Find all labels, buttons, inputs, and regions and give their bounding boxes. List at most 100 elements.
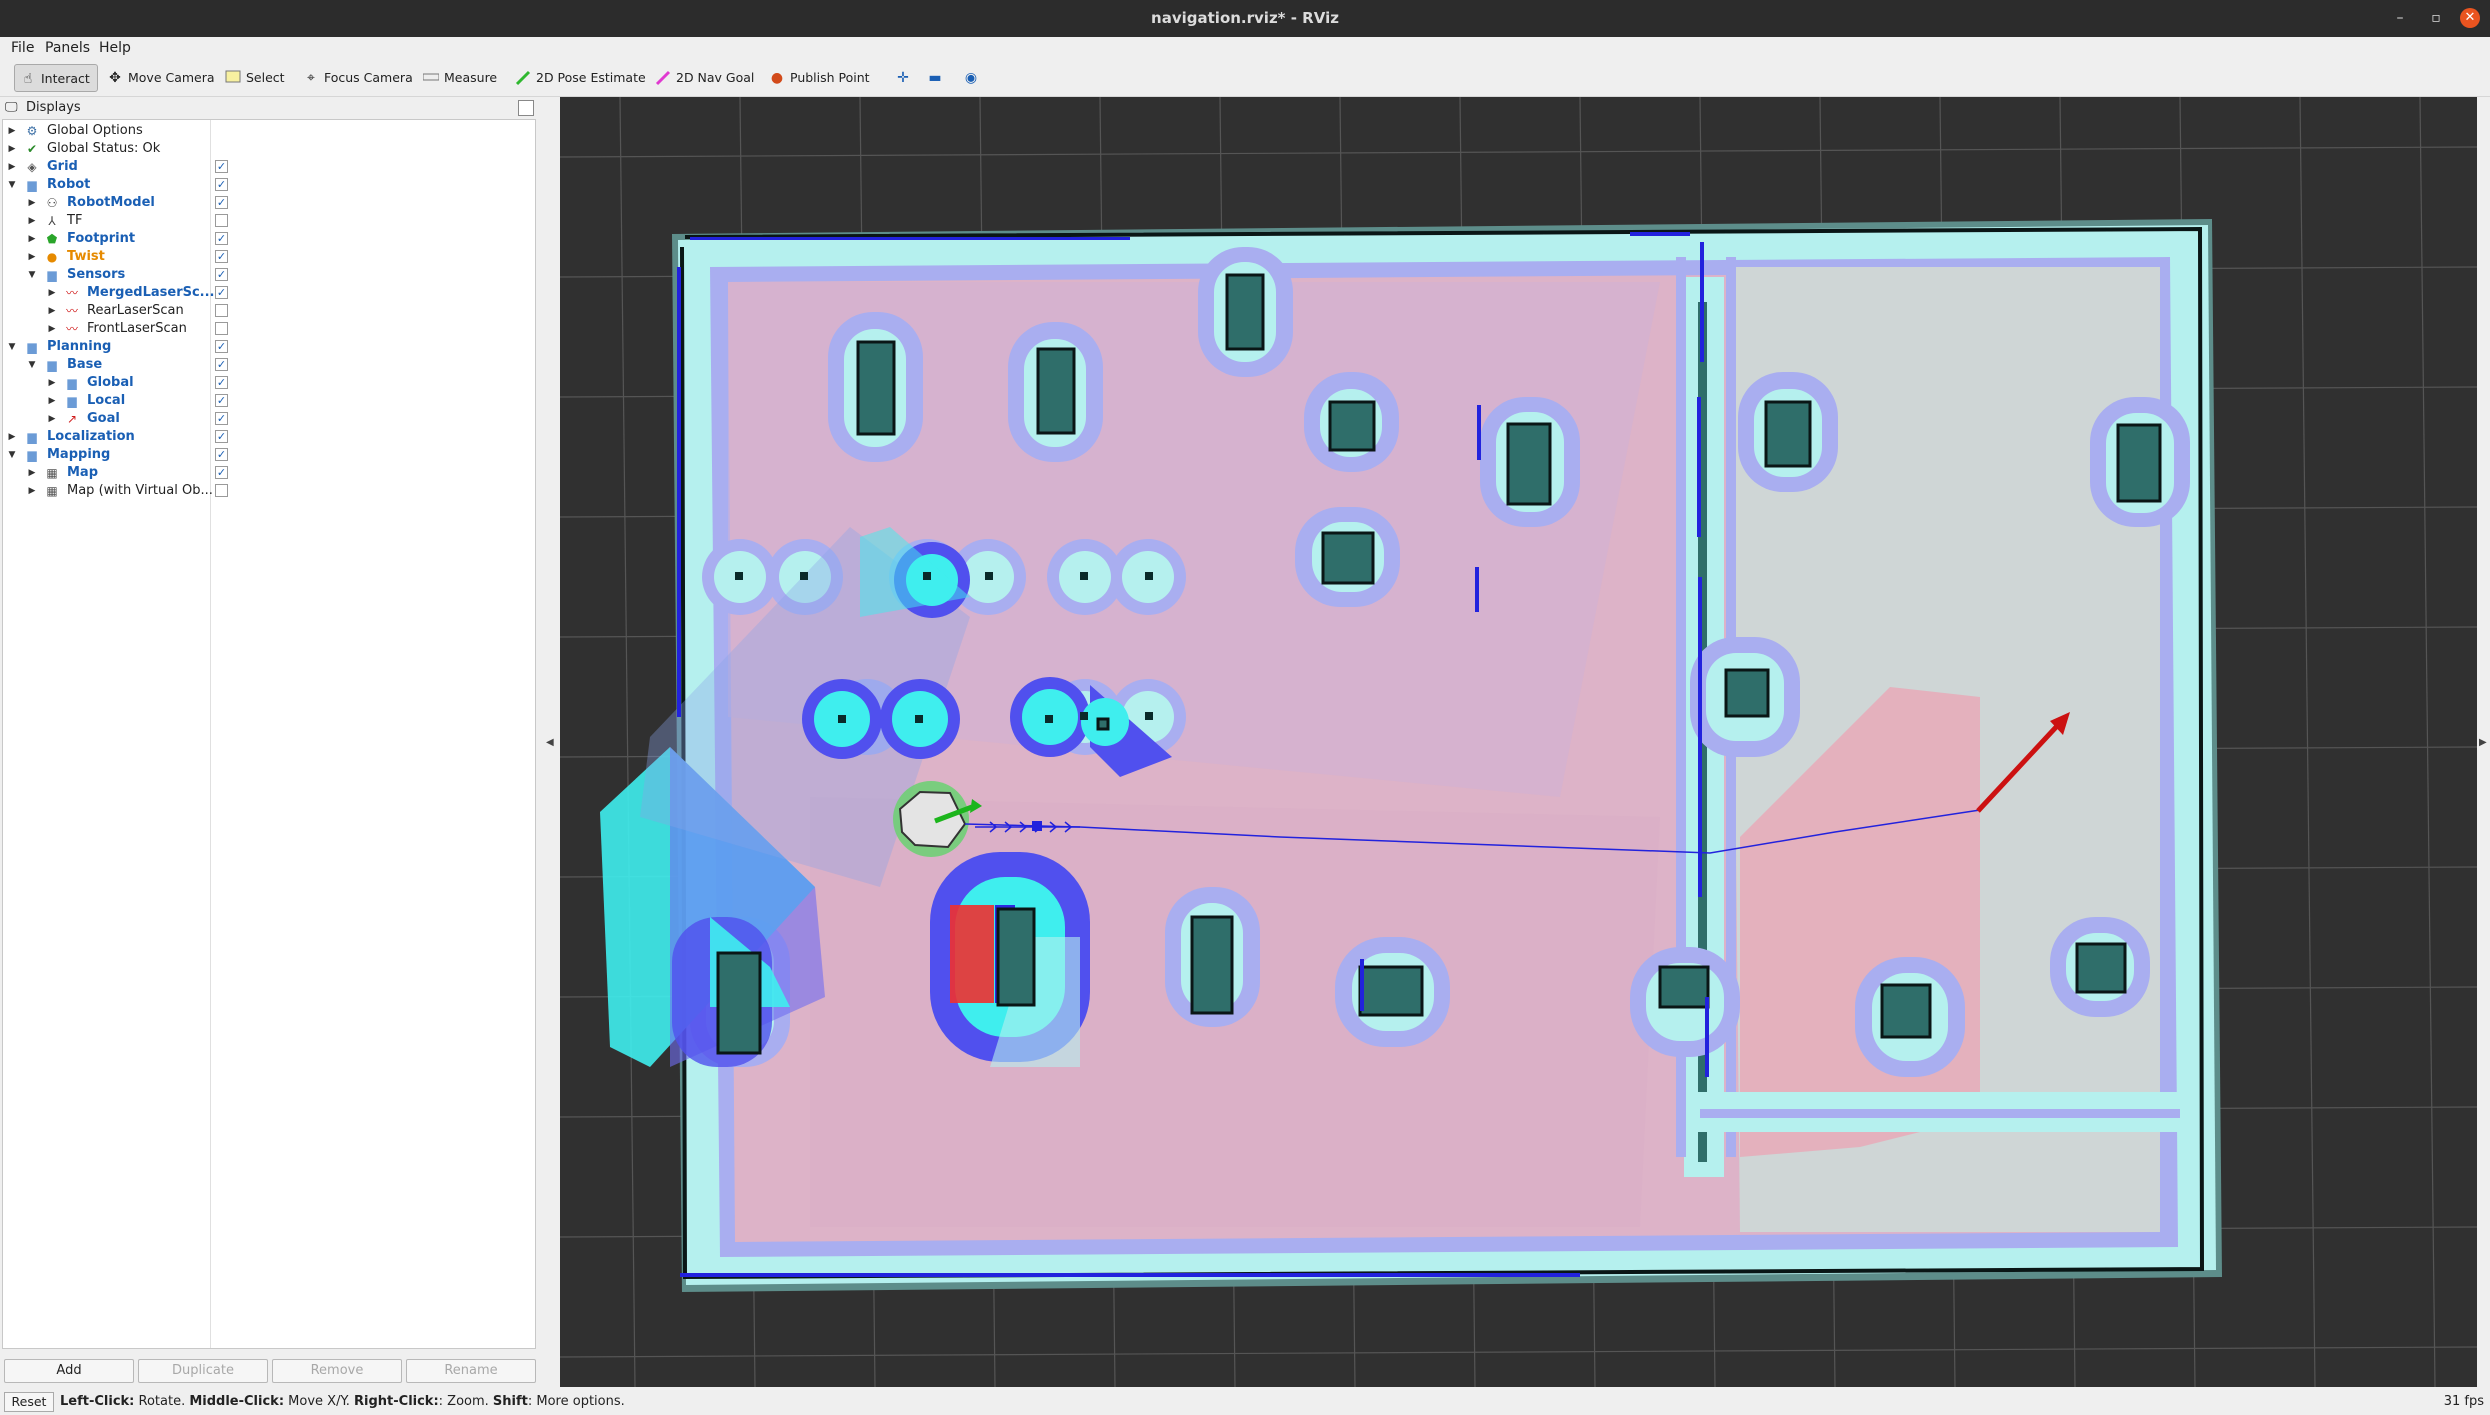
expand-arrow-icon[interactable]: ▶ bbox=[27, 194, 37, 212]
enable-checkbox[interactable]: ✓ bbox=[215, 268, 228, 281]
menu-file[interactable]: File bbox=[11, 40, 34, 56]
folder-icon: ▆ bbox=[47, 358, 57, 372]
enable-checkbox[interactable]: ✓ bbox=[215, 430, 228, 443]
expand-arrow-icon[interactable]: ▶ bbox=[47, 392, 57, 410]
move-camera-icon: ✥ bbox=[109, 70, 121, 86]
expand-arrow-icon[interactable]: ▶ bbox=[47, 320, 57, 338]
remove-tool-button[interactable]: ▬ bbox=[922, 64, 954, 92]
expand-arrow-icon[interactable]: ▶ bbox=[7, 140, 17, 158]
reset-button[interactable]: Reset bbox=[4, 1392, 54, 1412]
expand-arrow-icon[interactable]: ▶ bbox=[27, 230, 37, 248]
collapse-arrow-icon[interactable]: ▼ bbox=[27, 266, 37, 284]
expand-arrow-icon[interactable]: ▶ bbox=[27, 212, 37, 230]
enable-checkbox[interactable] bbox=[215, 322, 228, 335]
expand-arrow-icon[interactable]: ▶ bbox=[27, 464, 37, 482]
enable-checkbox[interactable] bbox=[215, 304, 228, 317]
right-panel-collapsed[interactable]: ▶ bbox=[2477, 97, 2490, 1390]
expand-arrow-icon[interactable]: ▶ bbox=[47, 410, 57, 428]
folder-icon: ▆ bbox=[27, 430, 37, 444]
view-options-button[interactable]: ◉ bbox=[958, 64, 990, 92]
expand-arrow-icon[interactable]: ▶ bbox=[7, 158, 17, 176]
tool-move-camera[interactable]: ✥ Move Camera bbox=[102, 64, 221, 92]
collapse-arrow-icon[interactable]: ▼ bbox=[7, 338, 17, 356]
display-item-localization[interactable]: ▶ ▆ Localization ✓ bbox=[3, 428, 533, 446]
map-icon: ▦ bbox=[46, 466, 58, 480]
viewport-canvas bbox=[560, 97, 2477, 1387]
enable-checkbox[interactable]: ✓ bbox=[215, 394, 228, 407]
maximize-button[interactable]: ▫ bbox=[2426, 8, 2446, 28]
expand-arrow-icon[interactable]: ▶ bbox=[47, 374, 57, 392]
tool-interact[interactable]: ☝ Interact bbox=[14, 64, 98, 92]
enable-checkbox[interactable]: ✓ bbox=[215, 286, 228, 299]
close-button[interactable]: ✕ bbox=[2460, 8, 2480, 28]
tool-publish-point[interactable]: ● Publish Point bbox=[764, 64, 876, 92]
enable-checkbox[interactable] bbox=[215, 484, 228, 497]
expand-arrow-icon[interactable]: ▶ bbox=[47, 302, 57, 320]
enable-checkbox[interactable]: ✓ bbox=[215, 376, 228, 389]
display-item-planning[interactable]: ▼ ▆ Planning ✓ bbox=[3, 338, 533, 356]
focus-camera-icon: ⌖ bbox=[307, 70, 315, 86]
tool-select-label: Select bbox=[246, 70, 285, 85]
display-item-label: Global Options bbox=[47, 123, 143, 138]
check-status-icon: ✔ bbox=[26, 142, 38, 156]
display-item-base[interactable]: ▼ ▆ Base ✓ bbox=[3, 356, 533, 374]
menu-panels[interactable]: Panels bbox=[45, 40, 90, 56]
expand-arrow-icon[interactable]: ▶ bbox=[7, 428, 17, 446]
expand-arrow-icon[interactable]: ▶ bbox=[27, 248, 37, 266]
tool-measure[interactable]: Measure bbox=[418, 64, 503, 92]
tool-2d-pose-estimate[interactable]: 2D Pose Estimate bbox=[510, 64, 652, 92]
collapse-arrow-icon[interactable]: ▼ bbox=[7, 176, 17, 194]
render-viewport[interactable] bbox=[560, 97, 2477, 1387]
panel-splitter[interactable]: ◀ bbox=[540, 97, 558, 1390]
display-item-global-options[interactable]: ▶ ⚙ Global Options bbox=[3, 122, 533, 140]
displays-panel-title: Displays bbox=[26, 100, 81, 115]
display-item-global-status-ok[interactable]: ▶ ✔ Global Status: Ok bbox=[3, 140, 533, 158]
enable-checkbox[interactable]: ✓ bbox=[215, 160, 228, 173]
enable-checkbox[interactable]: ✓ bbox=[215, 448, 228, 461]
laser-scan-icon: 〰 bbox=[65, 286, 78, 300]
enable-checkbox[interactable]: ✓ bbox=[215, 178, 228, 191]
add-tool-button[interactable]: ✛ bbox=[890, 64, 922, 92]
display-item-global[interactable]: ▶ ▆ Global ✓ bbox=[3, 374, 533, 392]
display-item-rearlaserscan[interactable]: ▶ 〰 RearLaserScan bbox=[3, 302, 533, 320]
menu-help[interactable]: Help bbox=[99, 40, 131, 56]
enable-checkbox[interactable]: ✓ bbox=[215, 358, 228, 371]
display-item-frontlaserscan[interactable]: ▶ 〰 FrontLaserScan bbox=[3, 320, 533, 338]
expand-arrow-icon[interactable]: ▶ bbox=[27, 482, 37, 500]
display-item-grid[interactable]: ▶ ◈ Grid ✓ bbox=[3, 158, 533, 176]
tool-select[interactable]: Select bbox=[220, 64, 291, 92]
display-item-map-with-virtual-ob[interactable]: ▶ ▦ Map (with Virtual Ob... bbox=[3, 482, 533, 500]
display-item-tf[interactable]: ▶ ⅄ TF bbox=[3, 212, 533, 230]
minimize-button[interactable]: – bbox=[2390, 8, 2410, 28]
enable-checkbox[interactable]: ✓ bbox=[215, 466, 228, 479]
remove-display-button[interactable]: Remove bbox=[272, 1359, 402, 1383]
display-item-robot[interactable]: ▼ ▆ Robot ✓ bbox=[3, 176, 533, 194]
tool-focus-camera[interactable]: ⌖ Focus Camera bbox=[298, 64, 419, 92]
hint-left-click-key: Left-Click: bbox=[60, 1394, 135, 1409]
collapse-arrow-icon[interactable]: ▼ bbox=[7, 446, 17, 464]
expand-arrow-icon[interactable]: ▶ bbox=[7, 122, 17, 140]
duplicate-display-button[interactable]: Duplicate bbox=[138, 1359, 268, 1383]
tool-2d-nav-goal[interactable]: 2D Nav Goal bbox=[650, 64, 760, 92]
menu-bar: File Panels Help bbox=[0, 37, 2490, 59]
display-item-map[interactable]: ▶ ▦ Map ✓ bbox=[3, 464, 533, 482]
display-item-goal[interactable]: ▶ ↗ Goal ✓ bbox=[3, 410, 533, 428]
enable-checkbox[interactable]: ✓ bbox=[215, 412, 228, 425]
add-display-button[interactable]: Add bbox=[4, 1359, 134, 1383]
enable-checkbox[interactable]: ✓ bbox=[215, 232, 228, 245]
display-item-mergedlasersc[interactable]: ▶ 〰 MergedLaserSc... ✓ bbox=[3, 284, 533, 302]
display-item-footprint[interactable]: ▶ ⬟ Footprint ✓ bbox=[3, 230, 533, 248]
display-item-mapping[interactable]: ▼ ▆ Mapping ✓ bbox=[3, 446, 533, 464]
display-item-twist[interactable]: ▶ ● Twist ✓ bbox=[3, 248, 533, 266]
expand-arrow-icon[interactable]: ▶ bbox=[47, 284, 57, 302]
enable-checkbox[interactable]: ✓ bbox=[215, 340, 228, 353]
display-item-local[interactable]: ▶ ▆ Local ✓ bbox=[3, 392, 533, 410]
rename-display-button[interactable]: Rename bbox=[406, 1359, 536, 1383]
enable-checkbox[interactable] bbox=[215, 214, 228, 227]
display-item-sensors[interactable]: ▼ ▆ Sensors ✓ bbox=[3, 266, 533, 284]
collapse-arrow-icon[interactable]: ▼ bbox=[27, 356, 37, 374]
enable-checkbox[interactable]: ✓ bbox=[215, 196, 228, 209]
enable-checkbox[interactable]: ✓ bbox=[215, 250, 228, 263]
float-panel-button[interactable] bbox=[518, 100, 534, 116]
display-item-robotmodel[interactable]: ▶ ⚇ RobotModel ✓ bbox=[3, 194, 533, 212]
